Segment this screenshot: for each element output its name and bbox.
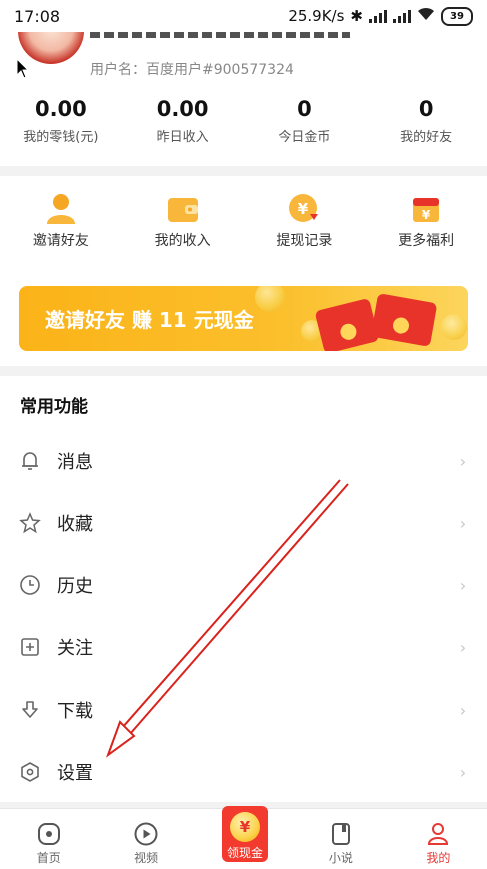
chevron-right-icon: ›: [459, 762, 467, 782]
coin-decoration: [255, 286, 285, 312]
home-icon: [36, 821, 62, 847]
stat-value: 0: [297, 97, 312, 121]
download-icon: [19, 699, 41, 721]
invite-banner[interactable]: 邀请好友 赚 11 元现金: [19, 286, 468, 351]
network-speed: 25.9K/s: [288, 7, 345, 25]
status-bar: 17:08 25.9K/s ✱ 39: [0, 0, 487, 32]
nav-novel[interactable]: 小说: [292, 809, 389, 869]
nav-label: 我的: [426, 851, 451, 865]
svg-text:¥: ¥: [298, 200, 309, 218]
wifi-icon: [417, 7, 435, 25]
menu-item-favorites[interactable]: 收藏 ›: [0, 492, 487, 554]
divider: [0, 366, 487, 376]
get-cash-button[interactable]: ¥ 领现金: [222, 806, 268, 862]
stat-label: 我的好友: [400, 130, 453, 145]
play-icon: [133, 821, 159, 847]
chevron-right-icon: ›: [459, 700, 467, 720]
menu-label: 设置: [57, 763, 93, 784]
section-title: 常用功能: [20, 397, 88, 417]
yuan-coin-icon: ¥: [286, 192, 322, 226]
invite-friends-button[interactable]: 邀请好友: [0, 192, 122, 260]
stat-friends[interactable]: 0 我的好友: [365, 94, 487, 154]
book-icon: [328, 821, 354, 847]
settings-hexagon-icon: [19, 761, 41, 783]
chevron-right-icon: ›: [459, 513, 467, 533]
stat-label: 我的零钱(元): [23, 130, 99, 145]
nav-mine[interactable]: 我的: [390, 809, 487, 869]
nav-label: 小说: [328, 851, 353, 865]
more-benefits-button[interactable]: ¥ 更多福利: [365, 192, 487, 260]
bell-icon: [19, 450, 41, 472]
plus-square-icon: [19, 636, 41, 658]
clock-icon: [19, 574, 41, 596]
user-id: 用户名：百度用户#900577324: [90, 62, 294, 78]
red-envelope-icon: [314, 297, 380, 351]
nav-video[interactable]: 视频: [97, 809, 194, 869]
stat-value: 0.00: [34, 97, 87, 121]
quick-action-label: 我的收入: [154, 233, 211, 249]
nav-label: 视频: [134, 851, 159, 865]
star-icon: [19, 512, 41, 534]
chevron-right-icon: ›: [459, 637, 467, 657]
stat-yesterday-income[interactable]: 0.00 昨日收入: [122, 94, 244, 154]
stat-label: 昨日收入: [156, 130, 209, 145]
stat-value: 0: [418, 97, 434, 121]
menu-item-history[interactable]: 历史 ›: [0, 554, 487, 616]
coin-decoration: [441, 314, 467, 340]
menu-item-download[interactable]: 下载 ›: [0, 679, 487, 741]
gift-icon: ¥: [408, 192, 444, 226]
signal-icon: [369, 9, 387, 23]
quick-actions: 邀请好友 我的收入 ¥ 提现记录 ¥ 更多福利: [0, 192, 487, 260]
chevron-right-icon: ›: [459, 575, 467, 595]
mouse-cursor-icon: [16, 58, 30, 79]
get-cash-label: 领现金: [226, 846, 263, 860]
menu-item-messages[interactable]: 消息 ›: [0, 430, 487, 492]
status-icons: 25.9K/s ✱ 39: [288, 6, 473, 26]
withdraw-records-button[interactable]: ¥ 提现记录: [244, 192, 366, 260]
chevron-right-icon: ›: [459, 451, 467, 471]
stat-balance[interactable]: 0.00 我的零钱(元): [0, 94, 122, 154]
stat-today-coins[interactable]: 0 今日金币: [244, 94, 366, 154]
my-income-button[interactable]: 我的收入: [122, 192, 244, 260]
stat-label: 今日金币: [278, 130, 331, 145]
stats-row: 0.00 我的零钱(元) 0.00 昨日收入 0 今日金币 0 我的好友: [0, 94, 487, 154]
menu-label: 消息: [57, 452, 93, 473]
nav-home[interactable]: 首页: [0, 809, 97, 869]
quick-action-label: 邀请好友: [32, 233, 89, 249]
quick-action-label: 更多福利: [398, 233, 455, 249]
menu-label: 下载: [57, 701, 93, 722]
stat-value: 0.00: [156, 97, 209, 121]
battery-icon: 39: [441, 6, 473, 26]
signal-icon: [393, 9, 411, 23]
red-envelope-icon: [370, 293, 438, 347]
profile-icon: [425, 821, 451, 847]
menu-item-settings[interactable]: 设置 ›: [0, 741, 487, 803]
menu-label: 关注: [57, 638, 93, 659]
status-time: 17:08: [14, 6, 61, 26]
menu-label: 历史: [57, 576, 93, 597]
menu-item-following[interactable]: 关注 ›: [0, 616, 487, 678]
yuan-coin-icon: ¥: [230, 812, 260, 842]
wallet-icon: [165, 192, 201, 226]
banner-text: 邀请好友 赚 11 元现金: [45, 308, 254, 332]
bluetooth-icon: ✱: [350, 7, 363, 25]
person-icon: [43, 192, 79, 226]
battery-level: 39: [450, 10, 464, 22]
menu-label: 收藏: [57, 514, 93, 535]
divider: [0, 166, 487, 176]
nav-label: 首页: [36, 851, 61, 865]
quick-action-label: 提现记录: [276, 233, 333, 249]
svg-text:¥: ¥: [422, 208, 431, 222]
